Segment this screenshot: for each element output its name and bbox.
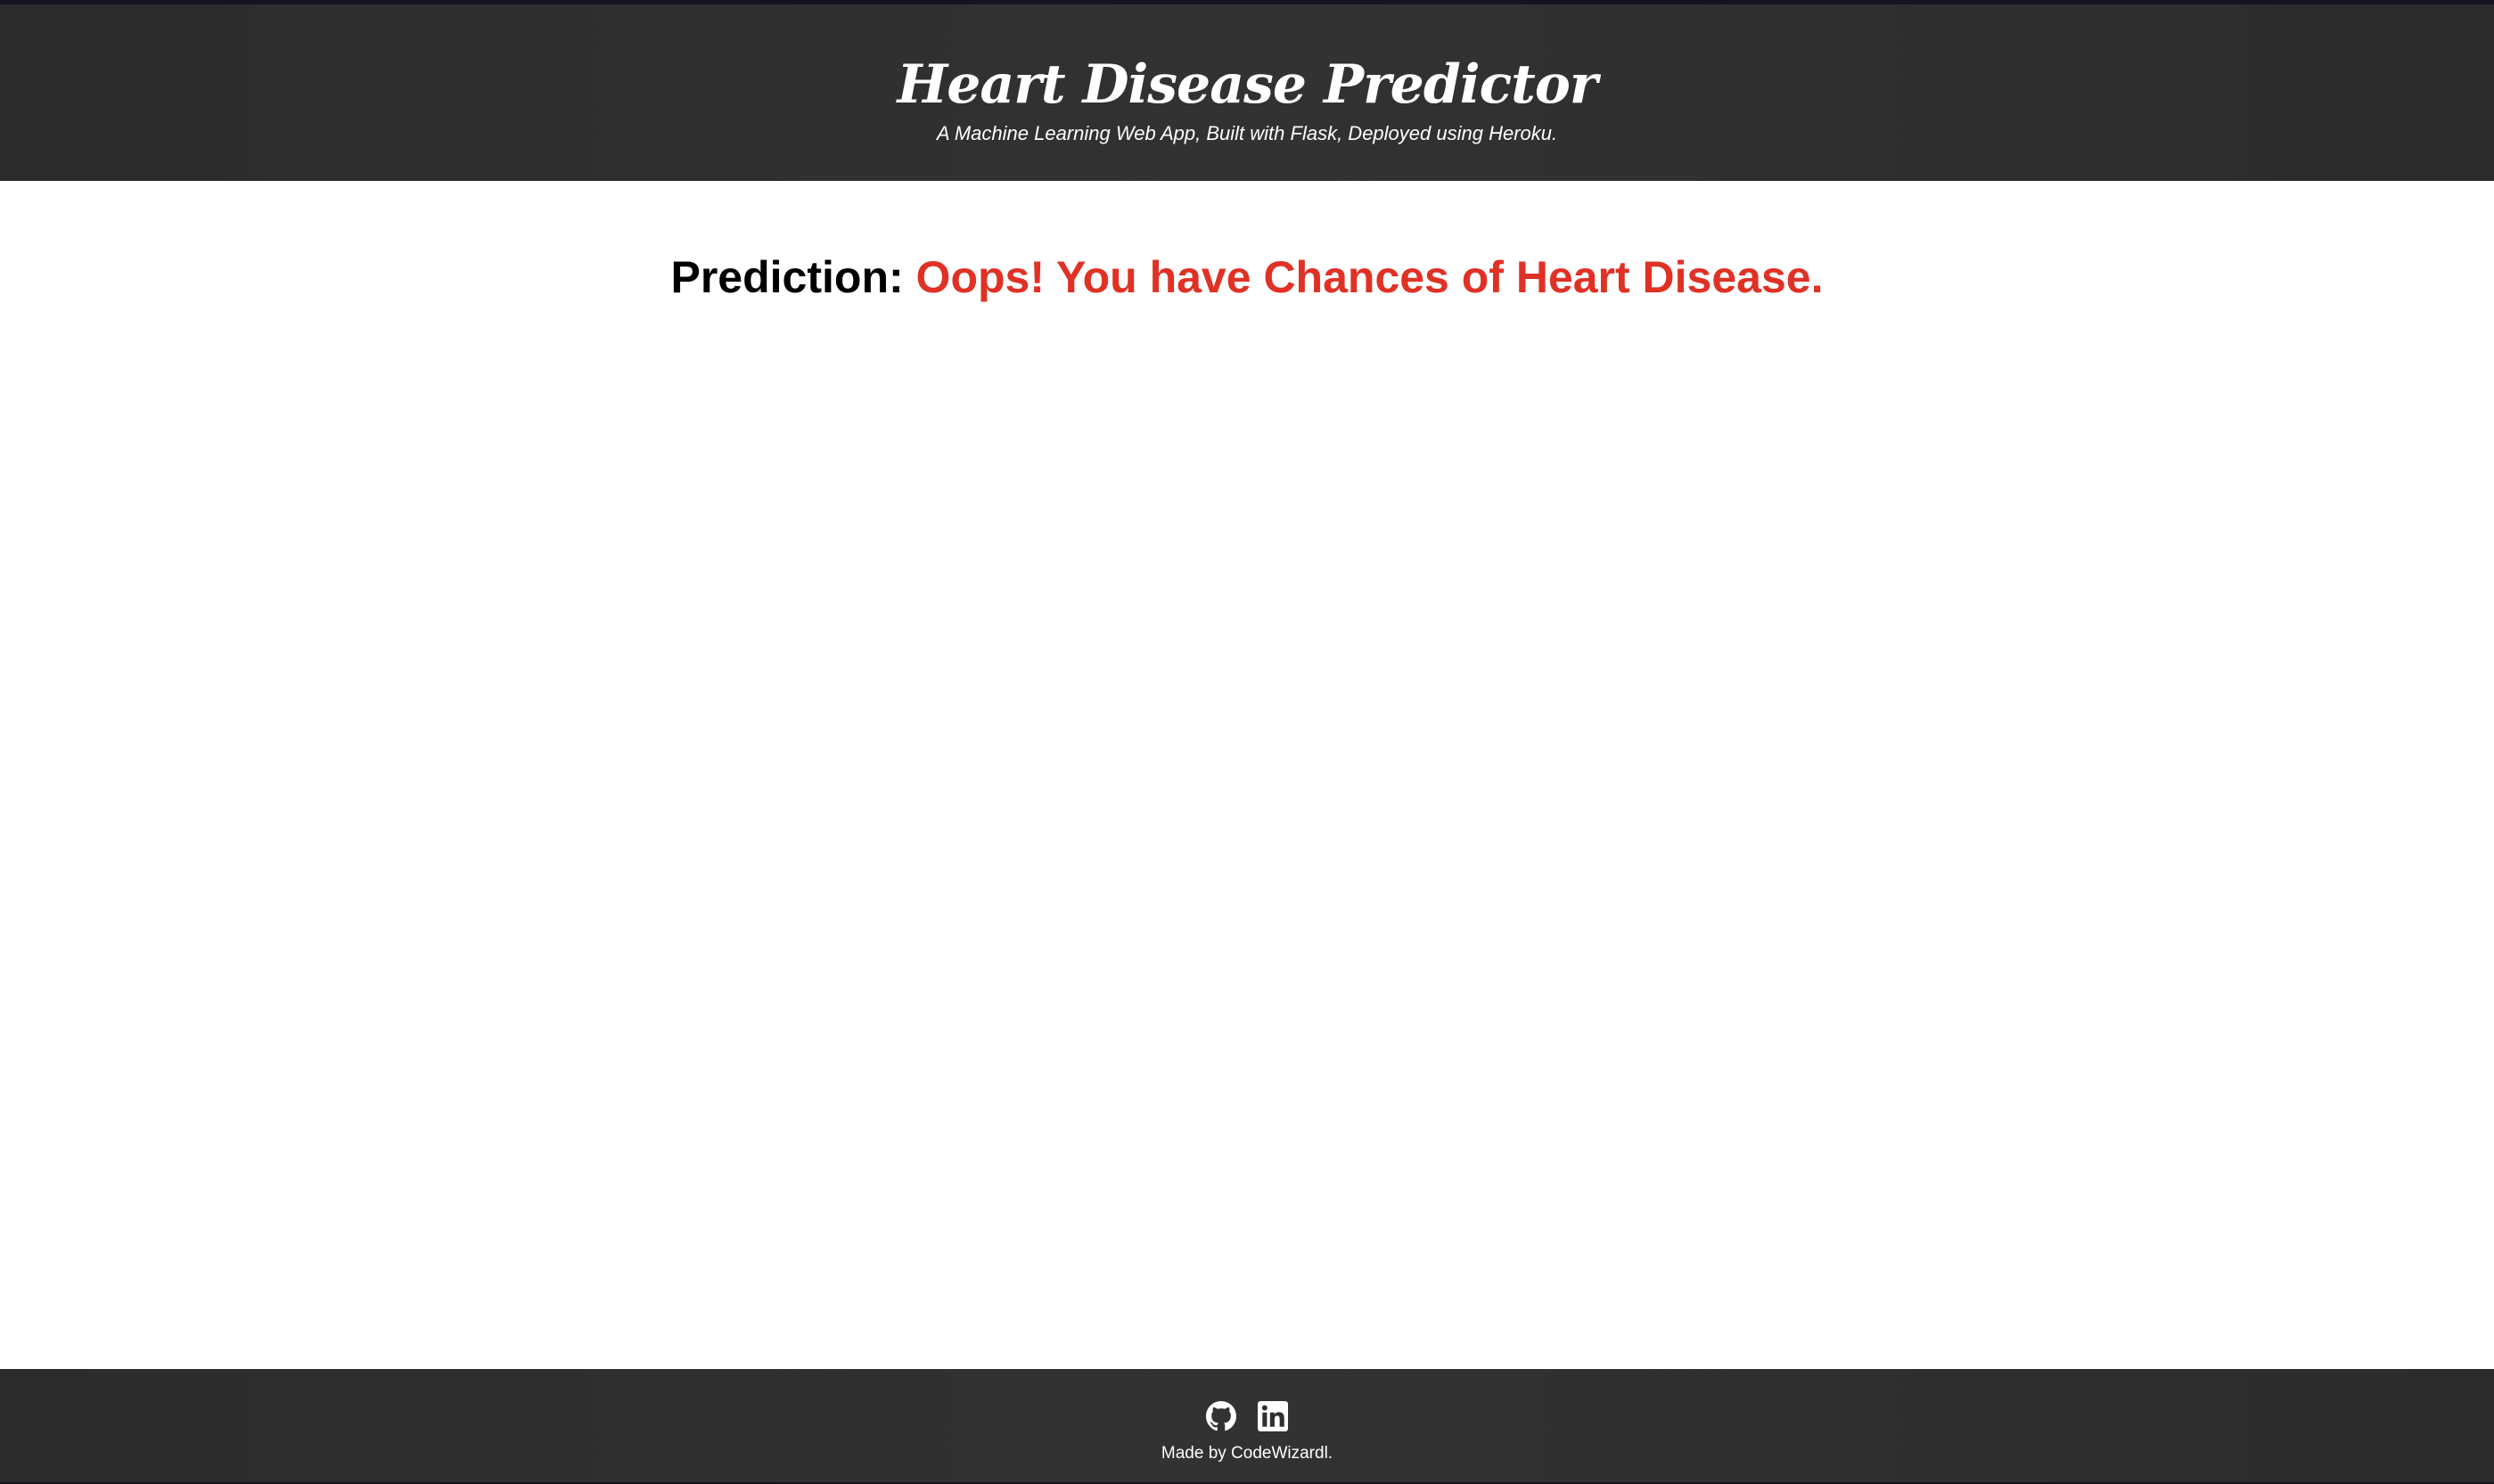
prediction-result: Oops! You have Chances of Heart Disease. [915, 252, 1824, 302]
main-content: Prediction: Oops! You have Chances of He… [0, 181, 2494, 1369]
github-icon [1206, 1401, 1236, 1431]
linkedin-link[interactable] [1258, 1401, 1288, 1431]
prediction-label: Prediction: [670, 252, 904, 302]
app-subtitle: A Machine Learning Web App, Built with F… [936, 122, 1558, 144]
linkedin-icon [1258, 1401, 1288, 1431]
social-links [0, 1401, 2494, 1433]
app-title: Heart Disease Predictor [897, 53, 1598, 116]
github-link[interactable] [1206, 1401, 1236, 1431]
footer-credit: Made by CodeWizardl. [1161, 1444, 1333, 1463]
header: Heart Disease Predictor A Machine Learni… [0, 4, 2494, 181]
prediction-heading: Prediction: Oops! You have Chances of He… [0, 243, 2494, 311]
page: Heart Disease Predictor A Machine Learni… [0, 0, 2494, 1484]
footer: Made by CodeWizardl. [0, 1369, 2494, 1484]
